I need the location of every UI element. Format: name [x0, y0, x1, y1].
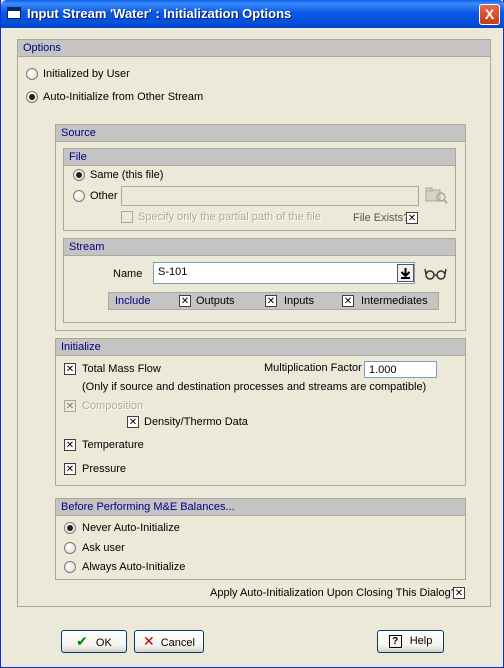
ask-user-radio[interactable] [64, 542, 76, 554]
temperature-label[interactable]: Temperature [82, 439, 144, 451]
other-file-radio[interactable] [73, 190, 85, 202]
window-icon [7, 7, 21, 19]
same-file-radio[interactable] [73, 169, 85, 181]
auto-initialize-label[interactable]: Auto-Initialize from Other Stream [43, 91, 203, 103]
other-file-path-input[interactable] [121, 186, 419, 206]
multiplication-factor-label: Multiplication Factor [264, 362, 362, 374]
never-auto-initialize-label[interactable]: Never Auto-Initialize [82, 522, 180, 534]
initialized-by-user-label[interactable]: Initialized by User [43, 68, 130, 80]
partial-path-checkbox[interactable] [121, 211, 133, 223]
stream-name-label: Name [113, 268, 143, 280]
always-auto-initialize-radio[interactable] [64, 561, 76, 573]
intermediates-label[interactable]: Intermediates [361, 295, 428, 307]
composition-checkbox[interactable] [64, 400, 76, 412]
partial-path-label[interactable]: Specify only the partial path of the fil… [138, 211, 321, 223]
apply-on-close-label[interactable]: Apply Auto-Initialization Upon Closing T… [210, 587, 457, 599]
outputs-checkbox[interactable] [179, 295, 191, 307]
view-stream-glasses-icon[interactable] [424, 266, 448, 280]
initialize-header: Initialize [56, 339, 465, 356]
help-label: Help [409, 635, 433, 647]
ok-button[interactable]: ✔ OK [61, 630, 127, 653]
density-thermo-label[interactable]: Density/Thermo Data [144, 416, 248, 428]
close-button[interactable]: X [479, 4, 500, 25]
total-mass-flow-checkbox[interactable] [64, 363, 76, 375]
other-file-label[interactable]: Other [90, 190, 118, 202]
cancel-label: Cancel [160, 637, 195, 649]
help-question-icon: ? [388, 634, 402, 648]
always-auto-initialize-label[interactable]: Always Auto-Initialize [82, 561, 185, 573]
never-auto-initialize-radio[interactable] [64, 522, 76, 534]
inputs-label[interactable]: Inputs [284, 295, 314, 307]
pressure-checkbox[interactable] [64, 463, 76, 475]
window-title: Input Stream 'Water' : Initialization Op… [27, 6, 292, 21]
options-header: Options [18, 40, 490, 57]
multiplication-factor-input[interactable]: 1.000 [364, 361, 437, 378]
file-header: File [64, 149, 455, 166]
browse-folder-icon[interactable] [424, 185, 448, 205]
before-balances-header: Before Performing M&E Balances... [56, 499, 465, 516]
stream-name-value: S-101 [158, 266, 188, 278]
title-bar[interactable]: Input Stream 'Water' : Initialization Op… [1, 0, 504, 28]
file-exists-checkbox [406, 212, 418, 224]
pressure-label[interactable]: Pressure [82, 463, 126, 475]
same-file-label[interactable]: Same (this file) [90, 169, 163, 181]
ok-label: OK [95, 637, 112, 649]
inputs-checkbox[interactable] [265, 295, 277, 307]
include-label: Include [115, 295, 151, 307]
file-exists-label: File Exists? [353, 212, 410, 224]
cancel-x-icon: ✕ [143, 633, 155, 649]
cancel-button[interactable]: ✕ Cancel [134, 630, 204, 653]
density-thermo-checkbox[interactable] [127, 416, 139, 428]
compatibility-note: (Only if source and destination processe… [82, 381, 427, 393]
composition-label[interactable]: Composition [82, 400, 143, 412]
stream-name-select[interactable]: S-101 [153, 262, 415, 284]
stream-header: Stream [64, 239, 455, 256]
auto-initialize-radio[interactable] [26, 91, 38, 103]
ask-user-label[interactable]: Ask user [82, 542, 125, 554]
initialized-by-user-radio[interactable] [26, 68, 38, 80]
temperature-checkbox[interactable] [64, 439, 76, 451]
close-icon: X [484, 6, 495, 22]
apply-on-close-checkbox[interactable] [453, 587, 465, 599]
dialog-window: Input Stream 'Water' : Initialization Op… [0, 0, 504, 668]
source-header: Source [56, 125, 465, 142]
checkmark-icon: ✔ [76, 633, 88, 649]
intermediates-checkbox[interactable] [342, 295, 354, 307]
outputs-label[interactable]: Outputs [196, 295, 235, 307]
dropdown-arrow-icon[interactable] [397, 264, 414, 282]
help-button[interactable]: ? Help [377, 630, 444, 653]
total-mass-flow-label[interactable]: Total Mass Flow [82, 363, 161, 375]
